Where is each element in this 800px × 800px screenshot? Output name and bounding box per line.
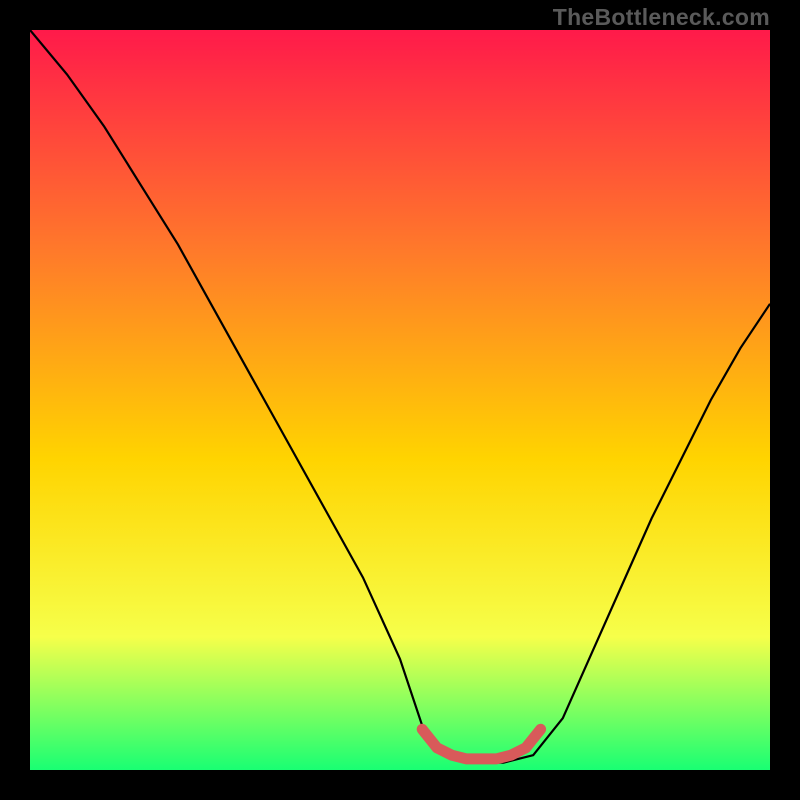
chart-frame: TheBottleneck.com: [0, 0, 800, 800]
watermark-text: TheBottleneck.com: [553, 4, 770, 31]
bottleneck-chart: [30, 30, 770, 770]
